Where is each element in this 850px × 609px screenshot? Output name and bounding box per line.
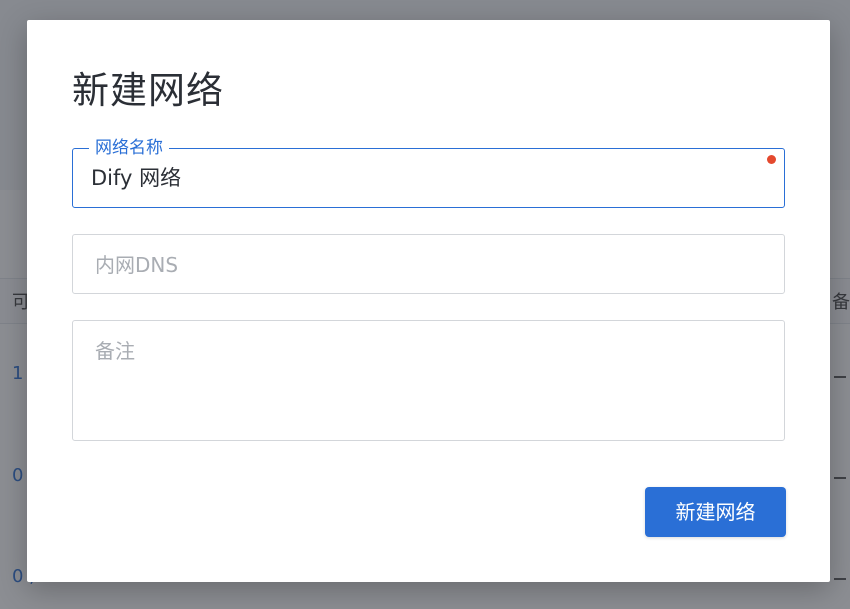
notes-field[interactable]: 备注 <box>72 320 785 441</box>
network-name-field[interactable]: 网络名称 Dify 网络 <box>72 136 785 208</box>
create-network-button[interactable]: 新建网络 <box>645 487 786 537</box>
network-name-label: 网络名称 <box>89 136 169 160</box>
notes-placeholder: 备注 <box>95 339 135 363</box>
internal-dns-placeholder: 内网DNS <box>95 253 179 277</box>
dialog-title: 新建网络 <box>72 69 224 112</box>
create-network-dialog: 新建网络 网络名称 Dify 网络 内网DNS 备注 新建网络 <box>27 20 830 582</box>
network-name-input[interactable]: Dify 网络 <box>91 164 181 192</box>
internal-dns-field[interactable]: 内网DNS <box>72 234 785 294</box>
required-indicator-icon <box>767 155 776 164</box>
